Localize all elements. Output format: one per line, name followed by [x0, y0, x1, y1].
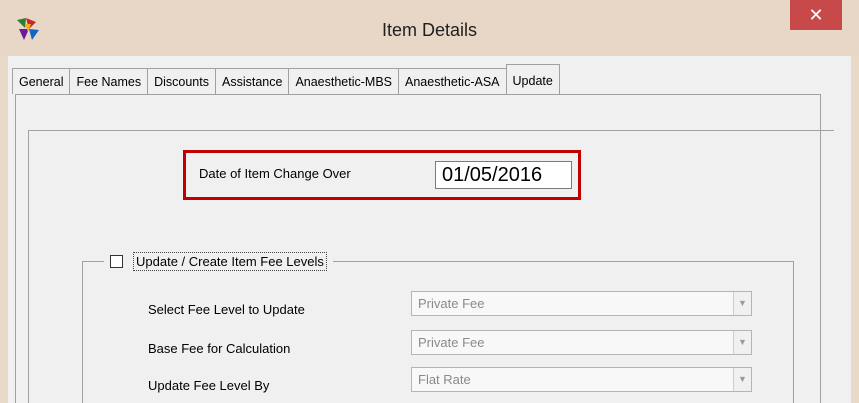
item-details-window: Item Details ✕ General Fee Names Discoun…: [0, 0, 859, 403]
title-bar[interactable]: Item Details ✕: [0, 0, 859, 56]
base-fee-value: Private Fee: [418, 335, 485, 350]
base-fee-dropdown[interactable]: Private Fee ▼: [411, 330, 752, 355]
tab-fee-names[interactable]: Fee Names: [69, 68, 149, 94]
fee-levels-legend: Update / Create Item Fee Levels: [104, 250, 333, 272]
chevron-down-icon[interactable]: ▼: [733, 368, 751, 391]
window-title: Item Details: [381, 20, 478, 40]
tab-update[interactable]: Update: [505, 64, 560, 94]
fee-levels-focus: Update / Create Item Fee Levels: [133, 251, 327, 271]
select-fee-level-dropdown[interactable]: Private Fee ▼: [411, 291, 752, 316]
tab-strip: General Fee Names Discounts Assistance A…: [12, 64, 560, 94]
update-fee-level-by-dropdown[interactable]: Flat Rate ▼: [411, 367, 752, 392]
changeover-date-input[interactable]: 01/05/2016: [435, 161, 572, 189]
update-fee-level-by-label: Update Fee Level By: [148, 378, 270, 393]
base-fee-label: Base Fee for Calculation: [148, 341, 291, 356]
update-fee-level-by-value: Flat Rate: [418, 372, 471, 387]
chevron-down-icon[interactable]: ▼: [733, 292, 751, 315]
tab-general[interactable]: General: [12, 68, 71, 94]
select-fee-level-label: Select Fee Level to Update: [148, 302, 305, 317]
changeover-date-label: Date of Item Change Over: [199, 166, 351, 181]
tab-anaesthetic-asa[interactable]: Anaesthetic-ASA: [398, 68, 507, 94]
tab-discounts[interactable]: Discounts: [147, 68, 216, 94]
select-fee-level-value: Private Fee: [418, 296, 485, 311]
tab-assistance[interactable]: Assistance: [214, 68, 290, 94]
close-button[interactable]: ✕: [790, 0, 842, 30]
tab-anaesthetic-mbs[interactable]: Anaesthetic-MBS: [288, 68, 400, 94]
chevron-down-icon[interactable]: ▼: [733, 331, 751, 354]
update-fee-levels-label[interactable]: Update / Create Item Fee Levels: [136, 254, 324, 269]
update-fee-levels-checkbox[interactable]: [110, 254, 123, 268]
